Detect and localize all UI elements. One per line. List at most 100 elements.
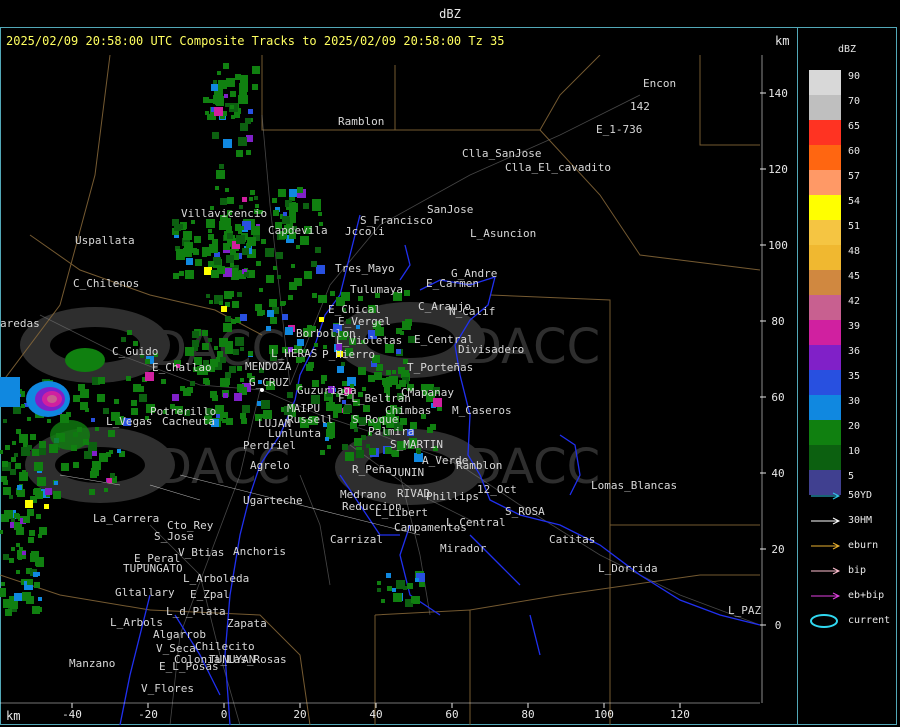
echo-pixel	[97, 394, 105, 402]
place-label: L_d_Plata	[166, 605, 226, 618]
place-label: S_ROSA	[505, 505, 545, 518]
echo-pixel	[10, 469, 16, 475]
echo-pixel	[312, 202, 321, 211]
legend-track-label: 30HM	[848, 515, 873, 526]
echo-pixel	[213, 257, 221, 265]
x-tick-label: 100	[594, 708, 614, 721]
echo-pixel	[392, 588, 396, 592]
legend-track-symbol	[811, 567, 841, 575]
echo-pixel	[333, 404, 342, 413]
echo-pixel	[278, 189, 286, 197]
echo-pixel	[220, 198, 227, 205]
echo-pixel	[32, 606, 40, 614]
echo-pixel	[265, 248, 274, 257]
echo-pixel	[269, 299, 277, 307]
echo-pixel	[311, 261, 317, 267]
legend-swatch	[809, 295, 841, 320]
echo-pixel	[204, 267, 212, 275]
radar-map[interactable]: DACC DACC DACC DACC	[0, 55, 797, 725]
echo-pixel	[179, 271, 184, 276]
place-label: L_Violetas	[336, 334, 402, 347]
echo-pixel	[248, 351, 253, 356]
legend-track-symbol	[811, 542, 841, 550]
echo-pixel	[218, 80, 227, 89]
echo-pixel	[110, 473, 115, 478]
echo-pixel	[396, 349, 401, 354]
legend-swatch-label: 20	[848, 421, 861, 432]
echo-pixel	[230, 263, 234, 267]
echo-pixel	[219, 301, 223, 305]
echo-pixel	[240, 378, 244, 382]
echo-pixel	[27, 509, 34, 516]
echo-pixel	[230, 91, 236, 97]
echo-pixel	[356, 450, 364, 458]
place-label: L_PAZ	[728, 604, 761, 617]
echo-pixel	[145, 359, 150, 364]
echo-pixel	[3, 480, 8, 485]
echo-pixel	[29, 530, 35, 536]
echo-pixel	[216, 170, 225, 179]
y-tick-label: 60	[771, 391, 784, 404]
echo-pixel	[319, 295, 327, 303]
echo-pixel	[242, 248, 249, 255]
radar-header: 2025/02/09 20:58:00 UTC Composite Tracks…	[6, 34, 505, 48]
echo-pixel	[337, 366, 344, 373]
echo-pixel	[44, 504, 49, 509]
echo-pixel	[202, 343, 209, 350]
echo-pixel	[36, 559, 44, 567]
legend-swatch	[809, 120, 841, 145]
echo-pixel	[248, 109, 253, 114]
echo-pixel	[34, 582, 40, 588]
echo-pixel	[252, 84, 258, 90]
echo-pixel	[117, 449, 121, 453]
echo-pixel	[312, 293, 317, 298]
echo-pixel	[330, 291, 335, 296]
echo-pixel	[237, 384, 244, 391]
place-label: E_Zpal	[190, 588, 230, 601]
echo-pixel	[234, 112, 240, 118]
place-label: Gltallary	[115, 586, 175, 599]
echo-pixel	[363, 405, 370, 412]
echo-pixel	[246, 150, 251, 155]
echo-pixel	[226, 418, 233, 425]
legend-track-label: eburn	[848, 540, 879, 551]
place-label: L_Libert	[375, 506, 428, 519]
echo-pixel	[400, 418, 407, 425]
echo-pixel	[172, 394, 179, 401]
echo-pixel	[107, 478, 112, 483]
legend-swatch	[809, 445, 841, 470]
echo-pixel	[11, 547, 15, 551]
echo-pixel	[239, 83, 248, 92]
legend-swatch	[809, 320, 841, 345]
echo-pixel	[326, 429, 335, 438]
echo-pixel	[10, 601, 18, 609]
legend-swatch	[809, 170, 841, 195]
echo-pixel	[209, 300, 213, 304]
place-label: 142	[630, 100, 650, 113]
echo-pixel	[9, 495, 13, 499]
echo-pixel	[290, 217, 296, 223]
echo-pixel	[272, 198, 277, 203]
place-label: R_Peña	[352, 463, 392, 476]
echo-pixel	[191, 220, 195, 224]
echo-pixel	[342, 444, 348, 450]
legend-track-label: eb+bip	[848, 590, 885, 601]
legend-swatch-label: 39	[848, 321, 861, 332]
echo-pixel	[308, 362, 314, 368]
echo-pixel	[28, 537, 34, 543]
place-labels: Ramblon Encon E_1-736 142 Clla_SanJoseClla_E…	[0, 77, 761, 695]
echo-pixel	[14, 453, 18, 457]
echo-pixel	[266, 275, 274, 283]
y-tick-label: 140	[768, 87, 788, 100]
echo-pixel	[3, 487, 11, 495]
echo-pixel	[252, 66, 260, 74]
echo-pixel	[73, 395, 80, 402]
legend-swatch-label: 70	[848, 96, 861, 107]
echo-pixel	[210, 391, 217, 398]
echo-pixel	[273, 210, 279, 216]
x-tick-label: 0	[221, 708, 228, 721]
echo-pixel	[0, 588, 6, 597]
y-tick-label: 120	[768, 163, 788, 176]
echo-pixel	[38, 534, 42, 538]
echo-pixel	[229, 366, 236, 373]
